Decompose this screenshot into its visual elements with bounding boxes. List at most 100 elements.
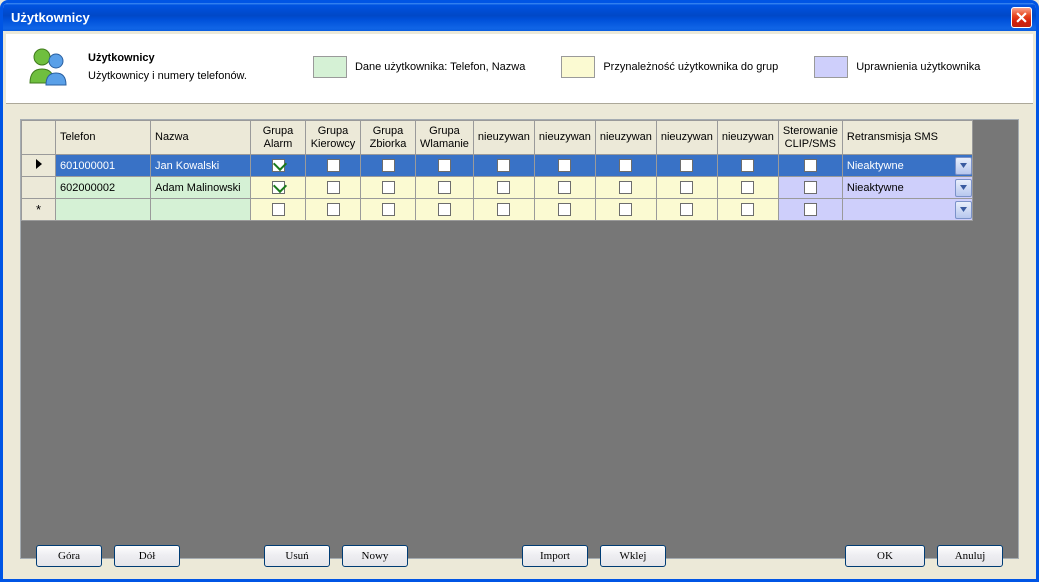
cell-group[interactable]: [717, 199, 778, 221]
cell-clip-sms[interactable]: [778, 155, 842, 177]
cell-retransmisja[interactable]: Nieaktywne: [842, 177, 972, 199]
cell-nazwa[interactable]: Adam Malinowski: [151, 177, 251, 199]
checkbox[interactable]: [382, 181, 395, 194]
col-telefon[interactable]: Telefon: [56, 121, 151, 155]
cell-group[interactable]: [361, 177, 416, 199]
cell-telefon[interactable]: 602000002: [56, 177, 151, 199]
col-retransmisja[interactable]: Retransmisja SMS: [842, 121, 972, 155]
delete-button[interactable]: Usuń: [264, 545, 330, 567]
col-unused-1[interactable]: nieuzywan: [473, 121, 534, 155]
cell-group[interactable]: [361, 155, 416, 177]
cell-group[interactable]: [717, 155, 778, 177]
cell-telefon[interactable]: 601000001: [56, 155, 151, 177]
col-nazwa[interactable]: Nazwa: [151, 121, 251, 155]
checkbox[interactable]: [497, 203, 510, 216]
row-header[interactable]: [22, 177, 56, 199]
cell-clip-sms[interactable]: [778, 177, 842, 199]
checkbox[interactable]: [497, 181, 510, 194]
table-row[interactable]: 602000002Adam Malinowski Nieaktywne: [22, 177, 973, 199]
cell-group[interactable]: [534, 177, 595, 199]
col-grupa-wlamanie[interactable]: Grupa Wlamanie: [416, 121, 474, 155]
checkbox[interactable]: [804, 203, 817, 216]
cell-group[interactable]: [306, 199, 361, 221]
cell-telefon[interactable]: [56, 199, 151, 221]
cell-group[interactable]: [717, 177, 778, 199]
cell-group[interactable]: [534, 155, 595, 177]
col-grupa-alarm[interactable]: Grupa Alarm: [251, 121, 306, 155]
cell-group[interactable]: [416, 155, 474, 177]
checkbox[interactable]: [438, 159, 451, 172]
checkbox[interactable]: [741, 203, 754, 216]
ok-button[interactable]: OK: [845, 545, 925, 567]
checkbox[interactable]: [680, 159, 693, 172]
chevron-down-icon[interactable]: [955, 201, 972, 219]
table-row[interactable]: *: [22, 199, 973, 221]
checkbox[interactable]: [272, 159, 285, 172]
cell-group[interactable]: [416, 199, 474, 221]
cell-group[interactable]: [306, 155, 361, 177]
checkbox[interactable]: [558, 159, 571, 172]
checkbox[interactable]: [497, 159, 510, 172]
chevron-down-icon[interactable]: [955, 157, 972, 175]
checkbox[interactable]: [382, 203, 395, 216]
down-button[interactable]: Dół: [114, 545, 180, 567]
checkbox[interactable]: [327, 203, 340, 216]
cell-group[interactable]: [416, 177, 474, 199]
cell-group[interactable]: [306, 177, 361, 199]
checkbox[interactable]: [680, 203, 693, 216]
cell-group[interactable]: [595, 155, 656, 177]
cell-group[interactable]: [473, 199, 534, 221]
row-header[interactable]: [22, 155, 56, 177]
import-button[interactable]: Import: [522, 545, 588, 567]
checkbox[interactable]: [558, 203, 571, 216]
checkbox[interactable]: [680, 181, 693, 194]
titlebar[interactable]: Użytkownicy: [3, 3, 1036, 31]
col-grupa-zbiorka[interactable]: Grupa Zbiorka: [361, 121, 416, 155]
checkbox[interactable]: [438, 181, 451, 194]
checkbox[interactable]: [327, 181, 340, 194]
checkbox[interactable]: [804, 181, 817, 194]
cell-group[interactable]: [656, 199, 717, 221]
checkbox[interactable]: [741, 159, 754, 172]
checkbox[interactable]: [438, 203, 451, 216]
checkbox[interactable]: [741, 181, 754, 194]
checkbox[interactable]: [619, 203, 632, 216]
checkbox[interactable]: [272, 181, 285, 194]
cell-group[interactable]: [251, 155, 306, 177]
new-button[interactable]: Nowy: [342, 545, 408, 567]
col-unused-2[interactable]: nieuzywan: [534, 121, 595, 155]
col-grupa-kierowcy[interactable]: Grupa Kierowcy: [306, 121, 361, 155]
checkbox[interactable]: [804, 159, 817, 172]
col-unused-3[interactable]: nieuzywan: [595, 121, 656, 155]
checkbox[interactable]: [619, 181, 632, 194]
col-unused-4[interactable]: nieuzywan: [656, 121, 717, 155]
table-row[interactable]: 601000001Jan Kowalski Nieaktywne: [22, 155, 973, 177]
cell-clip-sms[interactable]: [778, 199, 842, 221]
cell-group[interactable]: [473, 177, 534, 199]
cell-nazwa[interactable]: Jan Kowalski: [151, 155, 251, 177]
dropdown[interactable]: Nieaktywne: [843, 156, 972, 176]
up-button[interactable]: Góra: [36, 545, 102, 567]
cell-retransmisja[interactable]: Nieaktywne: [842, 155, 972, 177]
cell-nazwa[interactable]: [151, 199, 251, 221]
checkbox[interactable]: [382, 159, 395, 172]
paste-button[interactable]: Wklej: [600, 545, 666, 567]
cell-retransmisja[interactable]: [842, 199, 972, 221]
dropdown[interactable]: [843, 200, 972, 220]
users-grid[interactable]: Telefon Nazwa Grupa Alarm Grupa Kierowcy…: [20, 119, 1019, 559]
cell-group[interactable]: [595, 199, 656, 221]
chevron-down-icon[interactable]: [955, 179, 972, 197]
cell-group[interactable]: [595, 177, 656, 199]
cell-group[interactable]: [361, 199, 416, 221]
cancel-button[interactable]: Anuluj: [937, 545, 1003, 567]
checkbox[interactable]: [558, 181, 571, 194]
checkbox[interactable]: [619, 159, 632, 172]
close-button[interactable]: [1011, 7, 1032, 28]
cell-group[interactable]: [534, 199, 595, 221]
col-sterowanie[interactable]: Sterowanie CLIP/SMS: [778, 121, 842, 155]
checkbox[interactable]: [327, 159, 340, 172]
cell-group[interactable]: [473, 155, 534, 177]
cell-group[interactable]: [656, 155, 717, 177]
row-header[interactable]: *: [22, 199, 56, 221]
col-unused-5[interactable]: nieuzywan: [717, 121, 778, 155]
